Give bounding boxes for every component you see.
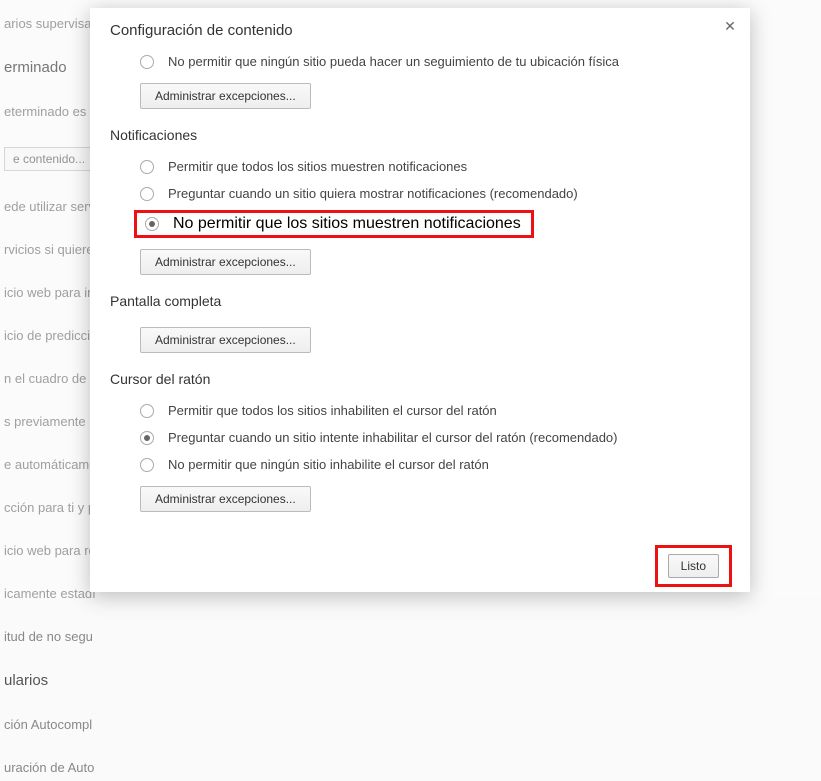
section-cursor: Cursor del ratón Permitir que todos los … — [110, 371, 730, 512]
section-notifications: Notificaciones Permitir que todos los si… — [110, 127, 730, 275]
location-option-block[interactable]: No permitir que ningún sitio pueda hacer… — [110, 48, 730, 75]
manage-exceptions-button[interactable]: Administrar excepciones... — [140, 486, 311, 512]
radio-icon[interactable] — [140, 431, 154, 445]
dialog-scroll-area[interactable]: No permitir que ningún sitio pueda hacer… — [90, 48, 750, 540]
radio-label: Permitir que todos los sitios muestren n… — [168, 159, 467, 174]
highlighted-done: Listo — [655, 545, 732, 587]
bg-text: itud de no segu — [0, 623, 821, 650]
radio-label: No permitir que ningún sitio inhabilite … — [168, 457, 489, 472]
radio-label: Preguntar cuando un sitio intente inhabi… — [168, 430, 617, 445]
highlighted-option: No permitir que los sitios muestren noti… — [134, 210, 534, 238]
radio-label: No permitir que los sitios muestren noti… — [173, 215, 527, 233]
radio-icon[interactable] — [140, 404, 154, 418]
dialog-title: Configuración de contenido — [110, 22, 730, 39]
cursor-option-block[interactable]: No permitir que ningún sitio inhabilite … — [110, 451, 730, 478]
bg-text: ción Autocompl — [0, 711, 821, 738]
radio-icon[interactable] — [140, 458, 154, 472]
done-button[interactable]: Listo — [668, 554, 719, 578]
radio-label: Preguntar cuando un sitio quiera mostrar… — [168, 186, 578, 201]
section-title: Cursor del ratón — [110, 371, 730, 387]
dialog-header: Configuración de contenido ✕ — [90, 8, 750, 47]
section-fullscreen: Pantalla completa Administrar excepcione… — [110, 293, 730, 353]
close-icon[interactable]: ✕ — [722, 18, 738, 34]
notifications-option-ask[interactable]: Preguntar cuando un sitio quiera mostrar… — [110, 180, 730, 207]
section-title: Notificaciones — [110, 127, 730, 143]
cursor-option-ask[interactable]: Preguntar cuando un sitio intente inhabi… — [110, 424, 730, 451]
radio-icon[interactable] — [140, 187, 154, 201]
scroll-spacer — [110, 512, 730, 540]
radio-icon[interactable] — [145, 217, 159, 231]
radio-label: Permitir que todos los sitios inhabilite… — [168, 403, 497, 418]
content-settings-dialog: Configuración de contenido ✕ No permitir… — [90, 8, 750, 592]
manage-exceptions-button[interactable]: Administrar excepciones... — [140, 83, 311, 109]
bg-text: uración de Auto — [0, 754, 821, 781]
dialog-footer: Listo — [90, 540, 750, 592]
section-title: Pantalla completa — [110, 293, 730, 309]
cursor-option-allow[interactable]: Permitir que todos los sitios inhabilite… — [110, 397, 730, 424]
radio-icon[interactable] — [140, 160, 154, 174]
radio-label: No permitir que ningún sitio pueda hacer… — [168, 54, 619, 69]
notifications-option-allow[interactable]: Permitir que todos los sitios muestren n… — [110, 153, 730, 180]
manage-exceptions-button[interactable]: Administrar excepciones... — [140, 327, 311, 353]
bg-heading: ularios — [0, 666, 821, 695]
manage-exceptions-button[interactable]: Administrar excepciones... — [140, 249, 311, 275]
radio-icon[interactable] — [140, 55, 154, 69]
